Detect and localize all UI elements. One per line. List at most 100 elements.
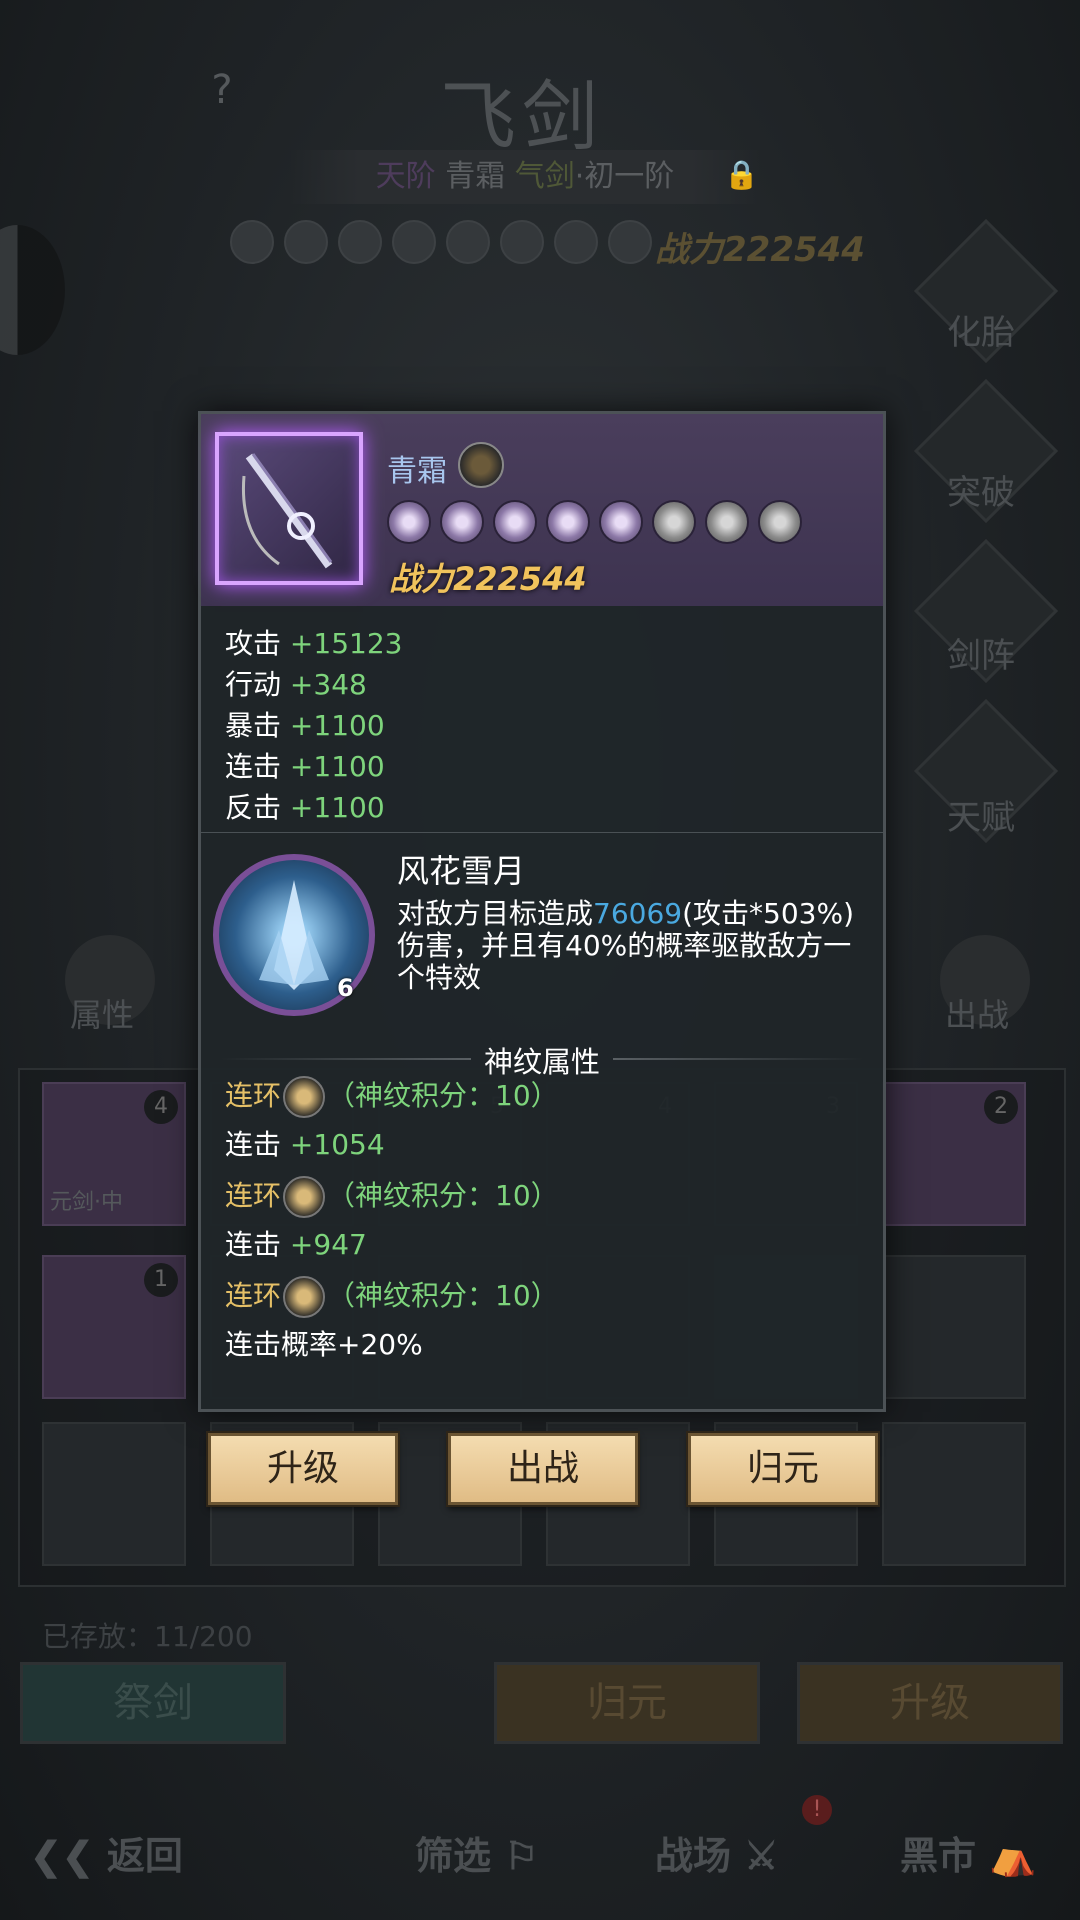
nav-filter-label: 筛选 — [415, 1833, 492, 1878]
stat-label: 行动 — [225, 668, 282, 701]
skill-damage-value: 76069 — [593, 897, 683, 930]
star-icon — [705, 500, 749, 544]
nav-market-label: 黑市 — [900, 1833, 977, 1878]
bulk-upgrade-button[interactable]: 升级 — [797, 1662, 1063, 1744]
star-icon — [338, 220, 382, 264]
sword-slot[interactable]: 2 — [882, 1082, 1026, 1226]
stat-row: 暴击 +1100 — [225, 704, 385, 744]
rune-stat-label: 连击 — [225, 1228, 282, 1261]
rune-header: 连环 （神纹积分：10） — [225, 1174, 559, 1218]
star-icon — [652, 500, 696, 544]
star-icon — [446, 220, 490, 264]
yin-yang-icon[interactable] — [0, 225, 65, 355]
rune-stat-label: 连击 — [225, 1128, 282, 1161]
stat-value: +348 — [289, 668, 367, 701]
shop-icon: ⛺ — [989, 1833, 1037, 1878]
item-power: 战力222544 — [389, 560, 587, 598]
rune-stat-value: +20% — [337, 1328, 423, 1361]
star-icon — [230, 220, 274, 264]
nav-back[interactable]: ❮❮ 返回 — [30, 1825, 183, 1880]
attributes-label: 属性 — [70, 996, 135, 1034]
storage-count: 已存放：11/200 — [42, 1620, 253, 1653]
nav-market[interactable]: 黑市 ⛺ — [900, 1825, 1037, 1880]
slot-count: 2 — [984, 1090, 1018, 1124]
back-arrow-icon: ❮❮ — [30, 1833, 94, 1878]
rune-icon — [283, 1076, 326, 1118]
filter-icon: ⚐ — [504, 1833, 539, 1878]
help-button[interactable]: ? — [200, 68, 244, 112]
upgrade-button[interactable]: 升级 — [208, 1433, 398, 1505]
side-label-transform: 化胎 — [947, 313, 1015, 353]
star-icon — [500, 220, 544, 264]
page-title: 飞剑 — [440, 72, 604, 161]
star-icon — [546, 500, 590, 544]
stat-row: 连击 +1100 — [225, 745, 385, 785]
rune-header: 连环 （神纹积分：10） — [225, 1074, 559, 1118]
stat-label: 反击 — [225, 791, 282, 824]
side-label-talent: 天赋 — [947, 798, 1015, 838]
rune-score: （神纹积分：10） — [327, 1279, 559, 1312]
rune-header: 连环 （神纹积分：10） — [225, 1274, 559, 1318]
slot-count: 4 — [144, 1090, 178, 1124]
rune-stat: 连击 +947 — [225, 1223, 367, 1263]
stat-value: +1100 — [289, 791, 385, 824]
lock-icon[interactable]: 🔒 — [724, 158, 759, 194]
return-button[interactable]: 归元 — [688, 1433, 878, 1505]
stat-row: 行动 +348 — [225, 663, 367, 703]
subtitle-stage: ·初一阶 — [574, 159, 675, 194]
skill-desc-pre: 对敌方目标造成 — [397, 897, 594, 930]
alert-badge: ! — [802, 1795, 832, 1825]
stat-value: +1100 — [289, 750, 385, 783]
sword-slot[interactable] — [42, 1422, 186, 1566]
side-label-formation: 剑阵 — [947, 636, 1015, 676]
slot-count: 1 — [144, 1263, 178, 1297]
item-name: 青霜 — [387, 454, 447, 489]
rune-icon — [283, 1176, 326, 1218]
stat-row: 反击 +1100 — [225, 786, 385, 826]
slot-name: 元剑·中 — [50, 1190, 123, 1215]
rune-name: 连环 — [225, 1079, 282, 1112]
subtitle-type: 气剑 — [514, 159, 575, 194]
star-icon — [392, 220, 436, 264]
star-icon — [608, 220, 652, 264]
stat-value: +1100 — [289, 709, 385, 742]
nav-battle[interactable]: 战场 ⚔ — [655, 1825, 778, 1880]
subtitle-grade: 天阶 — [375, 159, 436, 194]
sword-item-icon — [215, 432, 363, 585]
skill-description: 对敌方目标造成76069(攻击*503%)伤害，并且有40%的概率驱散敌方一个特… — [397, 898, 867, 994]
subtitle-name: 青霜 — [445, 159, 506, 194]
star-icon — [554, 220, 598, 264]
deploy-button[interactable]: 出战 — [448, 1433, 638, 1505]
stat-value: +15123 — [289, 627, 403, 660]
sword-slot[interactable]: 4 元剑·中 — [42, 1082, 186, 1226]
rune-name: 连环 — [225, 1179, 282, 1212]
skill-level: 6 — [337, 974, 354, 1002]
rune-icon — [283, 1276, 326, 1318]
skill-name: 风花雪月 — [397, 852, 526, 890]
rune-stat-value: +947 — [289, 1228, 367, 1261]
divider — [201, 832, 883, 833]
sword-slot[interactable] — [882, 1422, 1026, 1566]
sacrifice-button[interactable]: 祭剑 — [20, 1662, 286, 1744]
stat-label: 连击 — [225, 750, 282, 783]
nav-filter[interactable]: 筛选 ⚐ — [415, 1825, 538, 1880]
crossed-swords-icon: ⚔ — [744, 1833, 779, 1878]
star-icon — [284, 220, 328, 264]
sword-subtitle: 天阶 青霜 气剑·初一阶 — [290, 150, 760, 204]
star-icon — [440, 500, 484, 544]
grade-emblem-icon — [458, 442, 504, 488]
nav-back-label: 返回 — [106, 1833, 183, 1878]
rune-score: （神纹积分：10） — [327, 1179, 559, 1212]
rune-stat-label: 连击概率 — [225, 1328, 338, 1361]
rune-stat: 连击概率+20% — [225, 1323, 423, 1363]
sword-slot[interactable]: 1 — [42, 1255, 186, 1399]
stat-label: 攻击 — [225, 627, 282, 660]
stat-label: 暴击 — [225, 709, 282, 742]
nav-battle-label: 战场 — [655, 1833, 732, 1878]
rune-score: （神纹积分：10） — [327, 1079, 559, 1112]
bulk-return-button[interactable]: 归元 — [494, 1662, 760, 1744]
star-icon — [599, 500, 643, 544]
background-power: 战力222544 — [655, 230, 865, 270]
sword-slot[interactable] — [882, 1255, 1026, 1399]
rune-name: 连环 — [225, 1279, 282, 1312]
